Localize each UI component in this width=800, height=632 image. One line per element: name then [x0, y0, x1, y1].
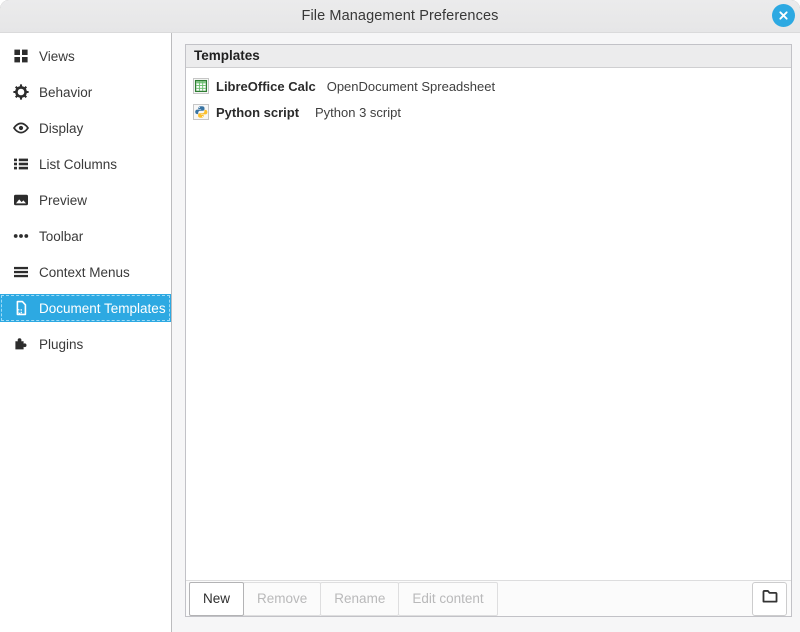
sidebar-item-toolbar[interactable]: Toolbar	[0, 222, 171, 250]
sidebar-item-behavior[interactable]: Behavior	[0, 78, 171, 106]
sidebar-item-display[interactable]: Display	[0, 114, 171, 142]
puzzle-icon	[13, 336, 29, 352]
sidebar-item-document-templates[interactable]: Document Templates	[0, 294, 171, 322]
sidebar-item-plugins[interactable]: Plugins	[0, 330, 171, 358]
libreoffice-calc-icon	[193, 78, 209, 94]
eye-icon	[13, 120, 29, 136]
python-icon	[193, 104, 209, 120]
templates-list: LibreOffice Calc OpenDocument Spreadshee…	[186, 68, 791, 580]
template-name: LibreOffice Calc	[216, 79, 320, 94]
open-templates-folder-button[interactable]	[752, 582, 787, 616]
menu-lines-icon	[13, 264, 29, 280]
edit-content-button[interactable]: Edit content	[398, 582, 497, 616]
sidebar: Views Behavior Display List Columns Prev…	[0, 33, 172, 632]
close-icon	[776, 8, 791, 23]
sidebar-item-label: Document Templates	[39, 301, 166, 316]
sidebar-item-label: Plugins	[39, 337, 83, 352]
sidebar-item-label: Display	[39, 121, 83, 136]
sidebar-item-context-menus[interactable]: Context Menus	[0, 258, 171, 286]
sidebar-item-views[interactable]: Views	[0, 42, 171, 70]
sidebar-item-list-columns[interactable]: List Columns	[0, 150, 171, 178]
sidebar-item-label: Context Menus	[39, 265, 130, 280]
sidebar-item-label: Preview	[39, 193, 87, 208]
window-body: Views Behavior Display List Columns Prev…	[0, 33, 800, 632]
template-list-item[interactable]: LibreOffice Calc OpenDocument Spreadshee…	[186, 73, 791, 99]
window-title: File Management Preferences	[302, 8, 499, 24]
sidebar-item-label: Behavior	[39, 85, 92, 100]
remove-button[interactable]: Remove	[243, 582, 321, 616]
templates-panel: Templates LibreOffice Calc OpenDocument …	[185, 44, 792, 617]
document-icon	[13, 300, 29, 316]
grid-icon	[13, 48, 29, 64]
sidebar-item-label: Views	[39, 49, 75, 64]
template-description: Python 3 script	[315, 105, 401, 120]
main-area: Templates LibreOffice Calc OpenDocument …	[172, 33, 800, 632]
new-button[interactable]: New	[189, 582, 244, 616]
dots-icon	[13, 228, 29, 244]
preferences-window: File Management Preferences Views Behavi…	[0, 0, 800, 632]
list-columns-icon	[13, 156, 29, 172]
sidebar-item-preview[interactable]: Preview	[0, 186, 171, 214]
image-icon	[13, 192, 29, 208]
template-name: Python script	[216, 105, 308, 120]
sidebar-item-label: List Columns	[39, 157, 117, 172]
rename-button[interactable]: Rename	[320, 582, 399, 616]
template-description: OpenDocument Spreadsheet	[327, 79, 495, 94]
folder-icon	[761, 587, 779, 610]
close-button[interactable]	[772, 4, 795, 27]
sidebar-item-label: Toolbar	[39, 229, 83, 244]
template-list-item[interactable]: Python script Python 3 script	[186, 99, 791, 125]
templates-header: Templates	[186, 45, 791, 68]
templates-toolbar: New Remove Rename Edit content	[186, 580, 791, 616]
gear-icon	[13, 84, 29, 100]
titlebar[interactable]: File Management Preferences	[0, 0, 800, 33]
